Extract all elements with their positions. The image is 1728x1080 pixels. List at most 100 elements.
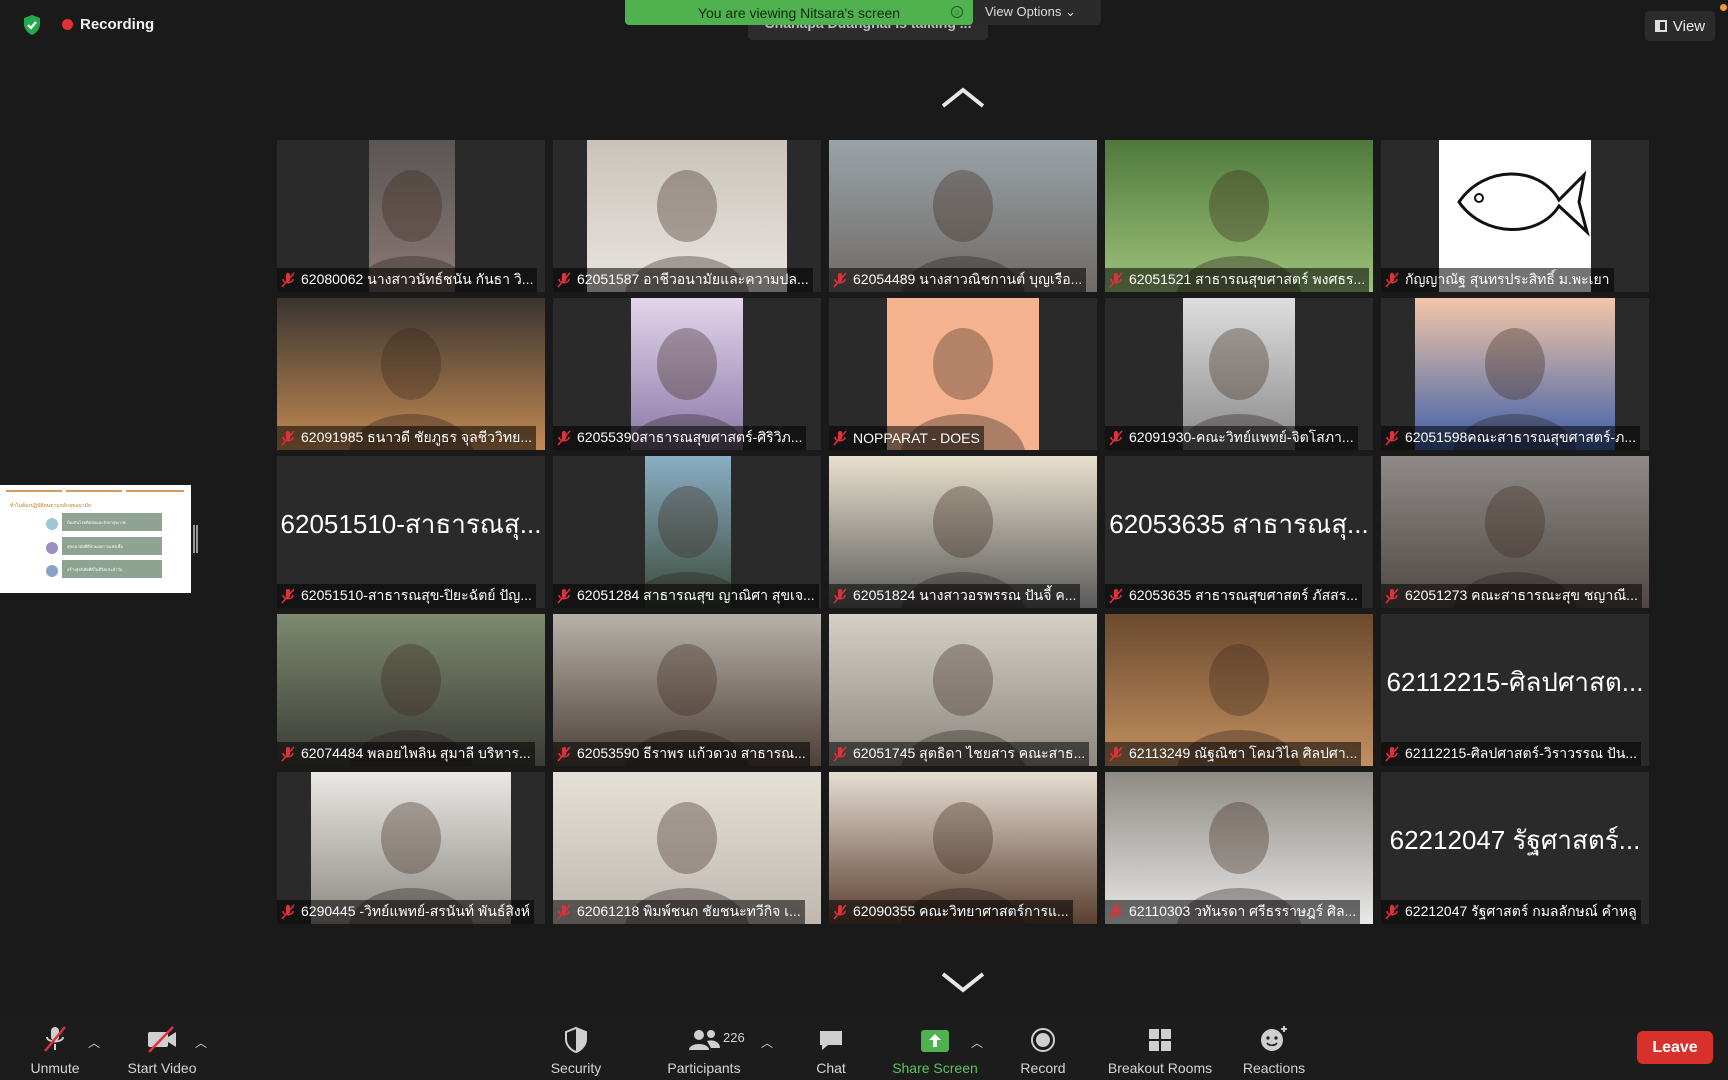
participant-name: 6290445 -วิทย์แพทย์-สรนันท์ พันธ์สิงห์ — [301, 903, 530, 919]
start-video-label: Start Video — [127, 1060, 197, 1076]
mic-muted-icon — [1385, 588, 1399, 604]
participants-options-caret-icon[interactable]: ︿ — [761, 1034, 773, 1051]
participant-name: กัญญาณัฐ สุนทรประสิทธิ์ ม.พะเยา — [1405, 271, 1610, 287]
video-options-caret-icon[interactable]: ︿ — [195, 1034, 207, 1051]
participant-tile[interactable]: 62053635 สาธารณสุ... 62053635 สาธารณสุขศา… — [1105, 456, 1373, 608]
security-label: Security — [550, 1060, 602, 1076]
encryption-shield-icon[interactable] — [20, 13, 44, 37]
participant-name: 62091985 ธนาวดี ชัยภูธร จุลชีววิทย... — [301, 429, 532, 445]
view-options-dropdown[interactable]: View Options ⌄ — [973, 0, 1101, 25]
participant-tile[interactable]: 62051284 สาธารณสุข ญาณิศา สุขเจ... — [553, 456, 821, 608]
record-button[interactable]: Record — [1013, 1022, 1073, 1076]
unmute-button[interactable]: Unmute — [24, 1022, 86, 1076]
participant-tile[interactable]: กัญญาณัฐ สุนทรประสิทธิ์ ม.พะเยา — [1381, 140, 1649, 292]
mic-muted-icon — [833, 430, 847, 446]
shared-screen-thumbnail[interactable]: ทำไมต้องปฏิบัติตนตามหลักสุขอนามัย ป้องกั… — [0, 485, 191, 593]
chat-bubble-icon — [820, 1031, 842, 1050]
participant-tile[interactable]: 62051745 สุตธิดา ไชยสาร คณะสาธ... — [829, 614, 1097, 766]
participant-tile[interactable]: 62112215-ศิลปศาสต... 62112215-ศิลปศาสตร์-… — [1381, 614, 1649, 766]
participant-name: 62090355 คณะวิทยาศาสตร์การแ... — [853, 903, 1069, 919]
participant-tile[interactable]: NOPPARAT - DOES — [829, 298, 1097, 450]
mic-muted-icon — [557, 746, 571, 762]
audio-options-caret-icon[interactable]: ︿ — [88, 1034, 100, 1051]
chat-button[interactable]: Chat — [807, 1022, 855, 1076]
mic-muted-icon — [1109, 588, 1123, 604]
participant-tile[interactable]: 62051521 สาธารณสุขศาสตร์ พงศธร... — [1105, 140, 1373, 292]
participant-name-bar: 62051824 นางสาวอรพรรณ ปันจี้ ค... — [829, 584, 1081, 608]
viewing-banner-text: You are viewing Nitsara's screen — [697, 4, 901, 21]
participant-name-bar: 62091985 ธนาวดี ชัยภูธร จุลชีววิทย... — [277, 426, 536, 450]
share-options-caret-icon[interactable]: ︿ — [971, 1034, 983, 1051]
page-up-chevron-icon[interactable] — [940, 84, 986, 110]
participant-name-bar: 62212047 รัฐศาสตร์ กมลลักษณ์ คำหลู — [1381, 900, 1641, 924]
participant-name: 62051745 สุตธิดา ไชยสาร คณะสาธ... — [853, 745, 1086, 761]
start-video-button[interactable]: Start Video — [118, 1022, 206, 1076]
participants-count: 226 — [723, 1030, 745, 1045]
participant-name-bar: 62051587 อาชีวอนามัยและความปล... — [553, 268, 813, 292]
participant-tile[interactable]: 62090355 คณะวิทยาศาสตร์การแ... — [829, 772, 1097, 924]
view-button[interactable]: View — [1645, 11, 1715, 41]
participant-name-bar: NOPPARAT - DOES — [829, 426, 984, 450]
participant-name: 62110303 วทันรดา ศรีธรราษฎร์ ศิล... — [1129, 903, 1357, 919]
recording-indicator[interactable]: Recording — [62, 16, 154, 33]
mic-muted-icon — [281, 746, 295, 762]
participant-name-bar: 62074484 พลอยไพลิน สุมาลี บริหาร... — [277, 742, 535, 766]
video-camera-off-icon — [148, 1026, 176, 1053]
reactions-smiley-icon — [1261, 1026, 1287, 1051]
mic-muted-icon — [1385, 272, 1399, 288]
participant-name-bar: 62113249 ณัฐณิชา โคมวิไล ศิลปศา... — [1105, 742, 1362, 766]
security-button[interactable]: Security — [544, 1022, 608, 1076]
participant-name-bar: 62080062 นางสาวนัทธ์ชนัน กันธา วิ... — [277, 268, 538, 292]
participant-tile[interactable]: 62054489 นางสาวณิชกานต์ บุญเรือ... — [829, 140, 1097, 292]
view-button-label: View — [1672, 17, 1706, 35]
participant-name: 62051598คณะสาธารณสุขศาสตร์-ภ... — [1405, 429, 1637, 445]
participant-name-bar: 62112215-ศิลปศาสตร์-วิราวรรณ ปัน... — [1381, 742, 1641, 766]
participant-tile[interactable]: 62091930-คณะวิทย์แพทย์-จิตโสภา... — [1105, 298, 1373, 450]
participant-name: 62061218 พิมพ์ชนก ชัยชนะทวีกิจ เ... — [577, 903, 801, 919]
participant-tile[interactable]: 62061218 พิมพ์ชนก ชัยชนะทวีกิจ เ... — [553, 772, 821, 924]
page-down-chevron-icon[interactable] — [940, 970, 986, 996]
participant-tile[interactable]: 62074484 พลอยไพลิน สุมาลี บริหาร... — [277, 614, 545, 766]
recording-dot-icon — [62, 19, 73, 30]
participant-tile[interactable]: 62053590 ธีราพร แก้วดวง สาธารณ... — [553, 614, 821, 766]
participant-tile[interactable]: 62051510-สาธารณสุ... 62051510-สาธารณสุข-ป… — [277, 456, 545, 608]
security-shield-icon — [565, 1026, 587, 1054]
participant-name: NOPPARAT - DOES — [853, 430, 980, 446]
participant-tile[interactable]: 6290445 -วิทย์แพทย์-สรนันท์ พันธ์สิงห์ — [277, 772, 545, 924]
participant-name-bar: 62051745 สุตธิดา ไชยสาร คณะสาธ... — [829, 742, 1090, 766]
participant-tile[interactable]: 62051273 คณะสาธารณะสุข ชญาณี... — [1381, 456, 1649, 608]
participant-name: 62074484 พลอยไพลิน สุมาลี บริหาร... — [301, 745, 531, 761]
participant-name-bar: 62053635 สาธารณสุขศาสตร์ ภัสสร... — [1105, 584, 1362, 608]
participant-tile[interactable]: 62051598คณะสาธารณสุขศาสตร์-ภ... — [1381, 298, 1649, 450]
participant-name-bar: 62091930-คณะวิทย์แพทย์-จิตโสภา... — [1105, 426, 1358, 450]
share-screen-button[interactable]: Share Screen — [887, 1022, 983, 1076]
record-icon — [1031, 1028, 1055, 1052]
mic-muted-icon — [1385, 746, 1399, 762]
participant-display-name: 62112215-ศิลปศาสต... — [1386, 667, 1644, 697]
participants-label: Participants — [667, 1060, 741, 1076]
participant-name-bar: 62053590 ธีราพร แก้วดวง สาธารณ... — [553, 742, 810, 766]
participant-name: 62051587 อาชีวอนามัยและความปล... — [577, 271, 809, 287]
participant-name-bar: 62090355 คณะวิทยาศาสตร์การแ... — [829, 900, 1073, 924]
participant-tile[interactable]: 62091985 ธนาวดี ชัยภูธร จุลชีววิทย... — [277, 298, 545, 450]
participant-name-bar: 62055390สาธารณสุขศาสตร์-ศิริวิภ... — [553, 426, 807, 450]
participant-tile[interactable]: 62110303 วทันรดา ศรีธรราษฎร์ ศิล... — [1105, 772, 1373, 924]
participant-name: 62055390สาธารณสุขศาสตร์-ศิริวิภ... — [577, 429, 803, 445]
participant-tile[interactable]: 62113249 ณัฐณิชา โคมวิไล ศิลปศา... — [1105, 614, 1373, 766]
shared-slide-graphic: ทำไมต้องปฏิบัติตนตามหลักสุขอนามัย ป้องกั… — [6, 490, 184, 578]
participant-tile[interactable]: 62051587 อาชีวอนามัยและความปล... — [553, 140, 821, 292]
participant-tile[interactable]: 62080062 นางสาวนัทธ์ชนัน กันธา วิ... — [277, 140, 545, 292]
mic-muted-icon — [1109, 904, 1123, 920]
leave-button[interactable]: Leave — [1637, 1031, 1713, 1064]
participant-tile[interactable]: 62051824 นางสาวอรพรรณ ปันจี้ ค... — [829, 456, 1097, 608]
participant-name: 62053590 ธีราพร แก้วดวง สาธารณ... — [577, 745, 806, 761]
thumbnail-resize-handle[interactable] — [193, 525, 198, 553]
reactions-button[interactable]: Reactions — [1238, 1022, 1310, 1076]
share-screen-arrow-icon — [921, 1030, 949, 1052]
participant-tile[interactable]: 62212047 รัฐศาสตร์... 62212047 รัฐศาสตร์ … — [1381, 772, 1649, 924]
mic-muted-icon — [833, 904, 847, 920]
mic-muted-icon — [557, 588, 571, 604]
slide-bullet-2: สุขอนามัยที่ดีช่วยลดการแพร่เชื้อ — [67, 542, 123, 550]
participant-tile[interactable]: 62055390สาธารณสุขศาสตร์-ศิริวิภ... — [553, 298, 821, 450]
breakout-rooms-button[interactable]: Breakout Rooms — [1104, 1022, 1216, 1076]
